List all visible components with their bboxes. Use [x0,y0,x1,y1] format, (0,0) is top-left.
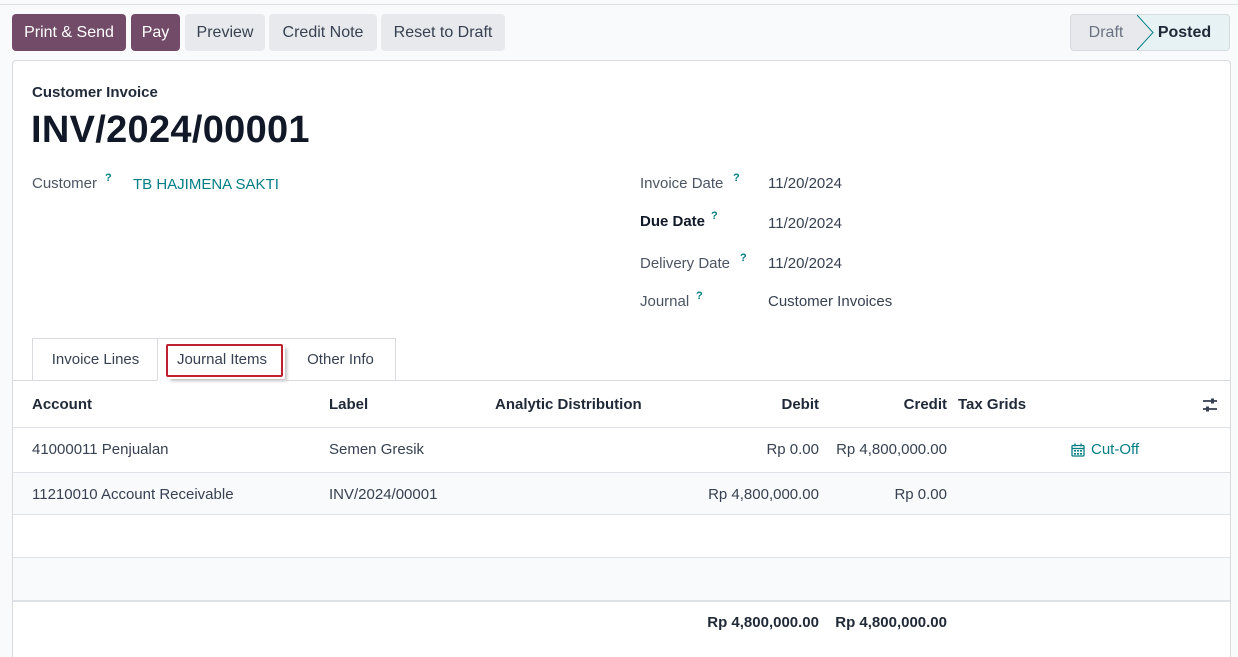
total-debit: Rp 4,800,000.00 [707,614,819,631]
row-credit: Rp 0.00 [894,486,947,503]
row-label: INV/2024/00001 [329,486,438,503]
customer-field[interactable]: TB HAJIMENA SAKTI [133,176,279,193]
due-date-help-icon[interactable]: ? [711,210,718,222]
customer-label: Customer [32,175,98,192]
document-type-label: Customer Invoice [32,84,158,101]
row-debit: Rp 4,800,000.00 [708,486,819,503]
table-row[interactable]: 41000011 Penjualan Semen Gresik Rp 0.00 … [13,428,1230,473]
table-header: Account Label Analytic Distribution Debi… [13,381,1230,428]
table-row[interactable]: 11210010 Account Receivable INV/2024/000… [13,473,1230,515]
customer-help-icon[interactable]: ? [105,172,112,184]
column-header-credit[interactable]: Credit [904,396,947,413]
row-account: 11210010 Account Receivable [32,486,234,503]
delivery-date-field[interactable]: 11/20/2024 [768,255,842,272]
row-account: 41000011 Penjualan [32,441,169,458]
stage-separator-icon [1137,15,1154,50]
column-header-analytic[interactable]: Analytic Distribution [495,396,642,413]
invoice-date-label: Invoice Date [640,175,724,192]
column-header-label[interactable]: Label [329,396,368,413]
due-date-field[interactable]: 11/20/2024 [768,215,842,232]
delivery-date-help-icon[interactable]: ? [740,252,747,264]
empty-row [13,558,1230,601]
invoice-date-help-icon[interactable]: ? [733,172,740,184]
journal-field[interactable]: Customer Invoices [768,293,892,310]
invoice-form-sheet: Customer Invoice INV/2024/00001 Customer… [12,60,1231,657]
table-footer-totals: Rp 4,800,000.00 Rp 4,800,000.00 [13,601,1230,657]
invoice-date-field[interactable]: 11/20/2024 [768,175,842,192]
column-header-account[interactable]: Account [32,396,92,413]
preview-button[interactable]: Preview [185,14,265,51]
tab-other-info[interactable]: Other Info [286,338,396,381]
tab-invoice-lines[interactable]: Invoice Lines [32,338,158,381]
reset-to-draft-button[interactable]: Reset to Draft [381,14,505,51]
row-label: Semen Gresik [329,441,425,458]
empty-row [13,515,1230,558]
cutoff-button[interactable]: Cut-Off [1071,441,1139,458]
tab-highlight-box [166,344,283,377]
row-credit: Rp 4,800,000.00 [836,441,947,458]
calendar-icon [1071,443,1085,457]
journal-help-icon[interactable]: ? [696,290,703,302]
top-divider [0,4,1238,5]
delivery-date-label: Delivery Date [640,255,731,272]
journal-label: Journal [640,293,690,310]
due-date-label: Due Date [640,213,706,230]
status-stage-draft[interactable]: Draft [1071,15,1141,50]
column-header-tax-grids[interactable]: Tax Grids [958,396,1026,413]
sliders-icon[interactable] [1202,397,1218,413]
total-credit: Rp 4,800,000.00 [835,614,947,631]
cutoff-label: Cut-Off [1091,441,1140,458]
pay-button[interactable]: Pay [131,14,180,51]
credit-note-button[interactable]: Credit Note [269,14,377,51]
column-header-debit[interactable]: Debit [782,396,820,413]
invoice-number: INV/2024/00001 [31,109,310,151]
status-bar: Draft Posted [1070,14,1230,51]
row-debit: Rp 0.00 [766,441,819,458]
print-send-button[interactable]: Print & Send [12,14,126,51]
